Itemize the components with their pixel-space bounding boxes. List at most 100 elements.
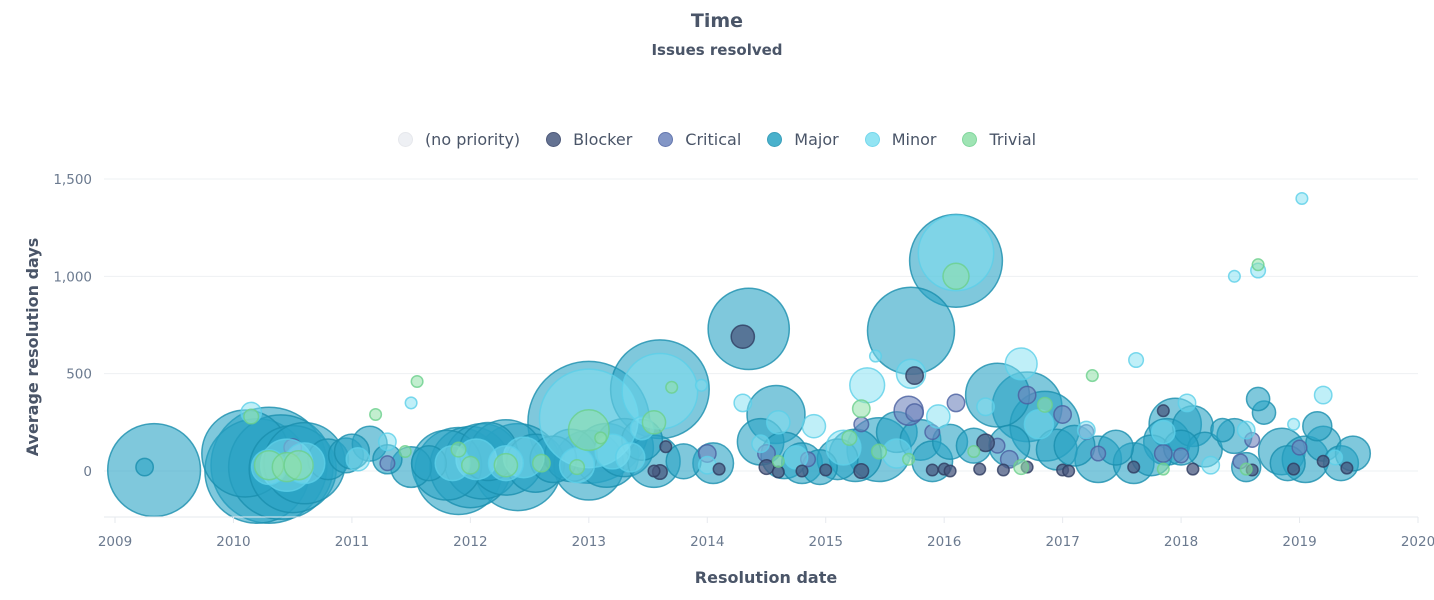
bubble-trivial[interactable] bbox=[493, 452, 519, 478]
bubble-minor[interactable] bbox=[1177, 393, 1197, 413]
bubble-minor[interactable] bbox=[751, 434, 771, 454]
bubble-trivial[interactable] bbox=[771, 454, 785, 468]
bubble-blocker[interactable] bbox=[925, 463, 939, 477]
bubble-minor[interactable] bbox=[404, 396, 418, 410]
bubble-major[interactable] bbox=[1097, 429, 1135, 466]
bubble-minor[interactable] bbox=[1327, 449, 1344, 466]
bubble-trivial[interactable] bbox=[1085, 369, 1099, 383]
bubble-minor[interactable] bbox=[1287, 417, 1301, 431]
bubble-trivial[interactable] bbox=[568, 459, 586, 476]
bubble-blocker[interactable] bbox=[996, 463, 1010, 477]
bubble-minor[interactable] bbox=[1004, 347, 1038, 381]
bubble-minor[interactable] bbox=[1076, 420, 1096, 440]
bubble-minor[interactable] bbox=[868, 349, 883, 363]
bubble-trivial[interactable] bbox=[641, 409, 667, 435]
bubble-trivial[interactable] bbox=[841, 429, 858, 446]
bubble-trivial[interactable] bbox=[942, 262, 970, 291]
y-tick-label: 1,000 bbox=[53, 269, 92, 285]
bubble-critical[interactable] bbox=[1291, 439, 1308, 456]
bubble-trivial[interactable] bbox=[594, 431, 608, 445]
bubble-minor[interactable] bbox=[733, 393, 753, 413]
x-tick-label: 2018 bbox=[1164, 534, 1198, 550]
bubble-blocker[interactable] bbox=[819, 463, 833, 477]
bubble-critical[interactable] bbox=[1173, 447, 1190, 464]
bubble-trivial[interactable] bbox=[460, 455, 480, 475]
bubble-trivial[interactable] bbox=[283, 449, 314, 481]
bubble-trivial[interactable] bbox=[398, 444, 412, 459]
bubble-minor[interactable] bbox=[1227, 269, 1241, 283]
x-tick-label: 2013 bbox=[572, 534, 606, 550]
bubble-chart: 2009 2010 2011 2012 2013 2014 2015 2016 2017 2018… bbox=[23, 172, 1434, 587]
bubble-minor[interactable] bbox=[1295, 191, 1309, 206]
bubble-critical[interactable] bbox=[1153, 444, 1173, 463]
bubble-minor[interactable] bbox=[1023, 409, 1055, 440]
bubble-minor[interactable] bbox=[1201, 455, 1221, 475]
x-tick-label: 2020 bbox=[1401, 534, 1434, 550]
bubble-minor[interactable] bbox=[377, 432, 397, 452]
bubble-minor[interactable] bbox=[1236, 420, 1256, 440]
bubble-trivial[interactable] bbox=[870, 443, 888, 460]
bubble-critical[interactable] bbox=[905, 403, 925, 423]
bubble-trivial[interactable] bbox=[567, 409, 610, 452]
bubble-minor[interactable] bbox=[345, 446, 371, 472]
bubble-trivial[interactable] bbox=[1239, 462, 1253, 476]
bubble-blocker[interactable] bbox=[795, 464, 809, 478]
bubble-critical[interactable] bbox=[1053, 405, 1073, 424]
bubble-trivial[interactable] bbox=[665, 380, 679, 394]
bubble-blocker[interactable] bbox=[771, 465, 785, 479]
bubble-trivial[interactable] bbox=[450, 441, 467, 458]
bubble-blocker[interactable] bbox=[905, 366, 925, 386]
bubble-trivial[interactable] bbox=[243, 408, 260, 425]
bubble-trivial[interactable] bbox=[410, 374, 424, 389]
x-tick-label: 2015 bbox=[809, 534, 843, 550]
bubble-minor[interactable] bbox=[615, 442, 646, 473]
bubble-blocker[interactable] bbox=[853, 462, 870, 480]
bubble-minor[interactable] bbox=[765, 409, 791, 435]
bubble-critical[interactable] bbox=[853, 416, 870, 433]
bubble-trivial[interactable] bbox=[1156, 462, 1170, 476]
x-axis-title: Resolution date bbox=[695, 568, 838, 587]
bubble-trivial[interactable] bbox=[967, 444, 981, 459]
bubble-blocker[interactable] bbox=[659, 440, 673, 454]
bubble-trivial[interactable] bbox=[1251, 258, 1265, 272]
bubble-blocker[interactable] bbox=[647, 464, 661, 478]
bubble-critical[interactable] bbox=[946, 393, 966, 413]
y-tick-label: 0 bbox=[83, 464, 92, 480]
bubble-minor[interactable] bbox=[976, 397, 996, 417]
bubble-blocker[interactable] bbox=[1062, 464, 1076, 478]
bubble-trivial[interactable] bbox=[369, 407, 383, 422]
bubble-critical[interactable] bbox=[1090, 445, 1107, 462]
bubble-minor[interactable] bbox=[801, 413, 827, 439]
bubble-blocker[interactable] bbox=[1287, 462, 1301, 476]
bubble-blocker[interactable] bbox=[1156, 404, 1170, 418]
bubble-blocker[interactable] bbox=[758, 459, 775, 476]
bubble-trivial[interactable] bbox=[1013, 459, 1030, 476]
bubble-blocker[interactable] bbox=[1316, 454, 1330, 468]
bubble-major[interactable] bbox=[1210, 417, 1235, 443]
bubble-major[interactable] bbox=[135, 457, 155, 477]
bubble-trivial[interactable] bbox=[851, 399, 871, 419]
bubble-minor[interactable] bbox=[925, 404, 951, 429]
bubble-minor[interactable] bbox=[1313, 385, 1333, 405]
bubble-minor[interactable] bbox=[1150, 419, 1176, 445]
bubble-critical[interactable] bbox=[1017, 385, 1037, 405]
bubble-major[interactable] bbox=[1245, 386, 1271, 412]
bubble-critical[interactable] bbox=[379, 455, 396, 472]
bubble-trivial[interactable] bbox=[1036, 396, 1053, 413]
bubble-blocker[interactable] bbox=[1127, 460, 1141, 474]
bubble-blocker[interactable] bbox=[943, 464, 957, 478]
bubble-minor[interactable] bbox=[849, 367, 886, 404]
bubble-trivial[interactable] bbox=[531, 453, 551, 473]
bubble-blocker[interactable] bbox=[973, 462, 987, 476]
bubble-blocker[interactable] bbox=[712, 462, 726, 476]
x-tick-label: 2017 bbox=[1045, 534, 1079, 550]
bubble-major[interactable] bbox=[106, 422, 202, 518]
bubble-blocker[interactable] bbox=[1186, 462, 1200, 476]
bubble-minor[interactable] bbox=[1128, 351, 1145, 369]
bubble-blocker[interactable] bbox=[730, 324, 756, 350]
bubble-trivial[interactable] bbox=[902, 452, 916, 466]
bubble-major[interactable] bbox=[1302, 410, 1333, 442]
bubble-minor[interactable] bbox=[694, 378, 708, 392]
x-tick-label: 2012 bbox=[453, 534, 487, 550]
bubble-blocker[interactable] bbox=[1340, 461, 1354, 475]
